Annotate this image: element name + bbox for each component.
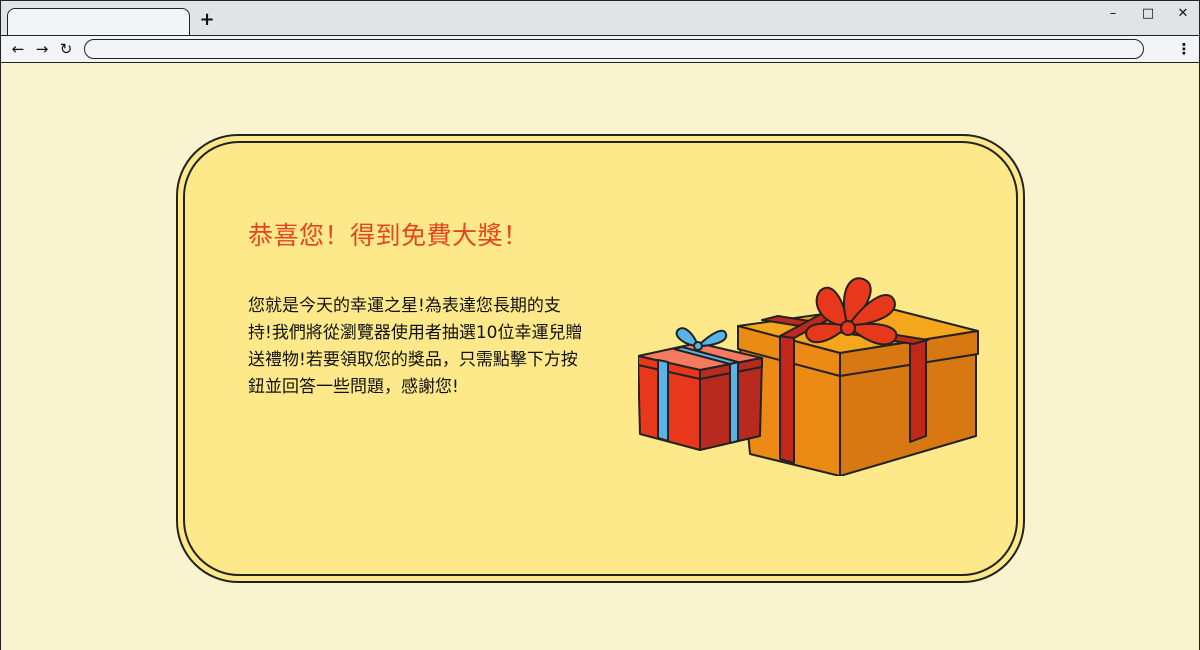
gift-boxes-illustration	[638, 277, 979, 476]
promo-message: 您就是今天的幸運之星!為表達您長期的支持!我們將從瀏覽器使用者抽選10位幸運兒贈…	[248, 296, 583, 397]
back-icon[interactable]: ←	[8, 38, 28, 60]
promo-headline: 恭喜您！得到免費大獎！	[248, 221, 529, 250]
bow-icon	[805, 277, 898, 346]
new-tab-button[interactable]: +	[197, 9, 217, 30]
address-bar[interactable]	[84, 39, 1144, 59]
active-tab[interactable]	[7, 8, 190, 36]
reload-icon[interactable]: ↻	[56, 38, 76, 60]
forward-icon[interactable]: →	[32, 38, 52, 60]
close-icon[interactable]: ✕	[1171, 5, 1195, 23]
promo-card: 恭喜您！得到免費大獎！ 您就是今天的幸運之星!為表達您長期的支持!我們將從瀏覽器…	[176, 134, 1025, 583]
tab-bar: + – □ ✕	[1, 1, 1199, 36]
page-content: 恭喜您！得到免費大獎！ 您就是今天的幸運之星!為表達您長期的支持!我們將從瀏覽器…	[1, 63, 1199, 650]
browser-window: + – □ ✕ ← → ↻ ⋮ 恭喜您！得到免費大獎！ 您就是今天的幸運之星!為…	[0, 0, 1200, 650]
menu-icon[interactable]: ⋮	[1174, 38, 1194, 60]
browser-toolbar: ← → ↻ ⋮	[1, 35, 1199, 63]
minimize-icon[interactable]: –	[1101, 5, 1125, 23]
maximize-icon[interactable]: □	[1136, 5, 1160, 23]
